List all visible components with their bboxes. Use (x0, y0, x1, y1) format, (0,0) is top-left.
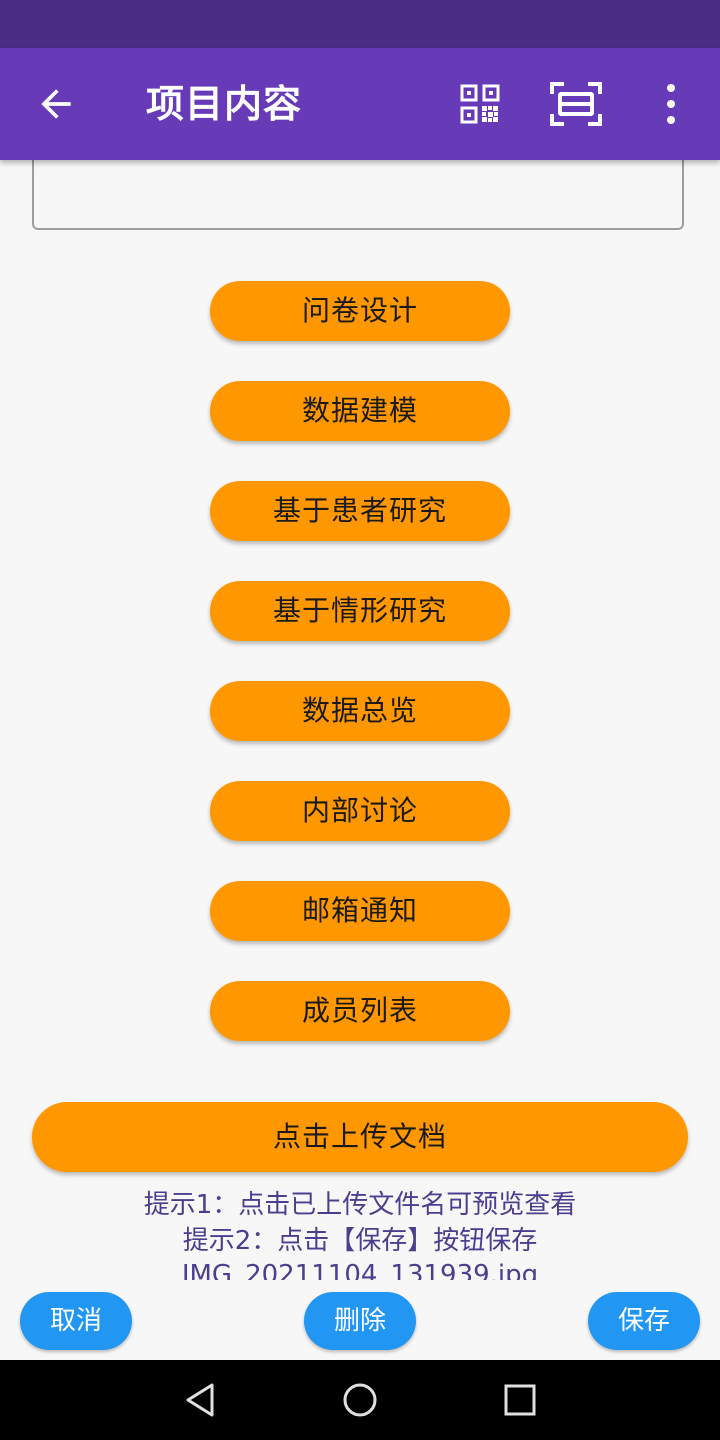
hint-save: 提示2：点击【保存】按钮保存 (182, 1226, 538, 1256)
system-nav-bar (0, 1360, 720, 1440)
more-vert-icon[interactable] (656, 82, 686, 126)
hint-preview: 提示1：点击已上传文件名可预览查看 (143, 1190, 577, 1220)
internal-discussion-button[interactable]: 内部讨论 (210, 781, 510, 841)
member-list-button[interactable]: 成员列表 (210, 981, 510, 1041)
status-bar (0, 0, 720, 48)
save-button[interactable]: 保存 (588, 1292, 700, 1350)
data-overview-button[interactable]: 数据总览 (210, 681, 510, 741)
patient-research-button[interactable]: 基于患者研究 (210, 481, 510, 541)
data-modeling-button[interactable]: 数据建模 (210, 381, 510, 441)
scenario-research-button[interactable]: 基于情形研究 (210, 581, 510, 641)
uploaded-file-name[interactable]: IMG_20211104_131939.jpg (0, 1258, 720, 1280)
back-arrow-icon[interactable] (34, 82, 78, 126)
scan-icon[interactable] (550, 82, 602, 126)
app-bar: 项目内容 (0, 48, 720, 160)
nav-recents-icon[interactable] (504, 1384, 536, 1416)
page-title: 项目内容 (146, 82, 303, 126)
delete-button[interactable]: 删除 (304, 1292, 416, 1350)
questionnaire-design-button[interactable]: 问卷设计 (210, 281, 510, 341)
cancel-button[interactable]: 取消 (20, 1292, 132, 1350)
email-notification-button[interactable]: 邮箱通知 (210, 881, 510, 941)
qr-code-icon[interactable] (460, 84, 500, 124)
nav-back-icon[interactable] (184, 1382, 216, 1418)
nav-home-icon[interactable] (342, 1382, 378, 1418)
upload-document-button[interactable]: 点击上传文档 (32, 1102, 688, 1172)
uploaded-file-row: IMG_20211104_131939.jpg (0, 1258, 720, 1280)
